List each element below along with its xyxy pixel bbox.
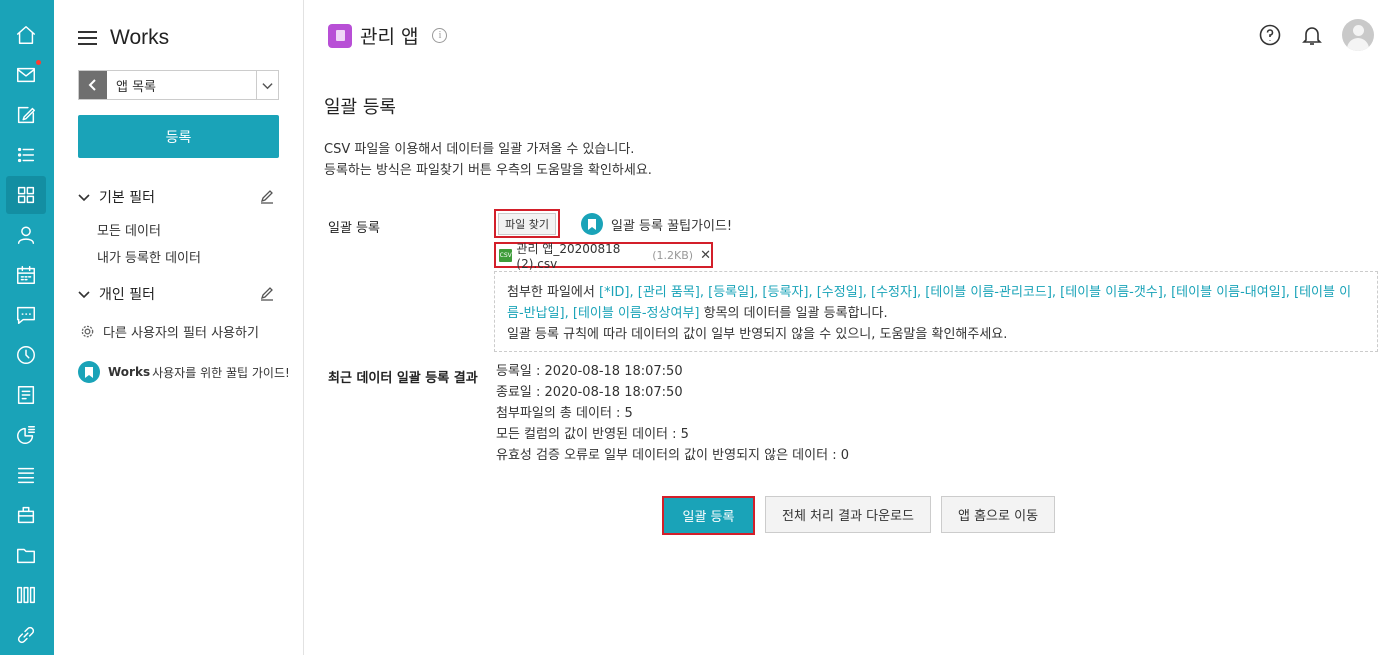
attached-file-name: 관리 앱_20200818 (2).csv xyxy=(516,241,621,271)
app-icon xyxy=(328,23,352,48)
filter-my-data[interactable]: 내가 등록한 데이터 xyxy=(97,247,201,266)
download-results-button[interactable]: 전체 처리 결과 다운로드 xyxy=(765,496,931,533)
brand: Works xyxy=(78,24,169,52)
notice-prefix: 첨부한 파일에서 xyxy=(507,285,599,300)
register-button[interactable]: 등록 xyxy=(78,115,279,158)
calendar-icon[interactable] xyxy=(6,256,46,294)
description-line: CSV 파일을 이용해서 데이터를 일괄 가져올 수 있습니다. xyxy=(324,142,635,157)
works-tip-guide-link[interactable]: Works 사용자를 위한 꿀팁 가이드! xyxy=(78,361,290,383)
file-browse-button[interactable]: 파일 찾기 xyxy=(494,209,560,238)
board-icon[interactable] xyxy=(6,376,46,414)
basic-filter-header[interactable]: 기본 필터 xyxy=(78,187,279,207)
bulk-guide-label: 일괄 등록 꿀팁가이드! xyxy=(611,218,733,234)
result-line: 등록일 : 2020-08-18 18:07:50 xyxy=(496,364,683,379)
chevron-down-icon xyxy=(78,191,90,203)
basic-filter-title: 기본 필터 xyxy=(99,190,155,206)
avatar[interactable] xyxy=(1342,19,1374,51)
chat-icon[interactable] xyxy=(6,296,46,334)
bell-icon[interactable] xyxy=(1300,23,1324,47)
apps-grid-icon[interactable] xyxy=(6,176,46,214)
other-user-filter-link[interactable]: 다른 사용자의 필터 사용하기 xyxy=(80,322,259,341)
back-chevron-icon[interactable] xyxy=(79,71,107,99)
description-line: 등록하는 방식은 파일찾기 버튼 우측의 도움말을 확인하세요. xyxy=(324,163,652,178)
app-name: 관리 앱 xyxy=(360,26,419,48)
description: CSV 파일을 이용해서 데이터를 일괄 가져올 수 있습니다. 등록하는 방식… xyxy=(324,139,652,181)
help-icon[interactable] xyxy=(1258,23,1282,47)
filter-all-data[interactable]: 모든 데이터 xyxy=(97,220,161,239)
home-icon[interactable] xyxy=(6,16,46,54)
bookmark-icon xyxy=(581,213,603,235)
pencil-icon[interactable] xyxy=(259,188,275,204)
file-browse-label: 파일 찾기 xyxy=(498,212,556,235)
app-list-select-label: 앱 목록 xyxy=(116,79,157,95)
tip-guide-bold: Works xyxy=(108,365,151,379)
top-right-icons xyxy=(1240,19,1374,51)
bulk-register-label: 일괄 등록 xyxy=(328,221,380,236)
import-notice: 첨부한 파일에서 [*ID], [관리 품목], [등록일], [등록자], [… xyxy=(494,271,1378,352)
mail-unread-badge xyxy=(36,60,41,65)
other-user-filter-label: 다른 사용자의 필터 사용하기 xyxy=(103,326,259,341)
brand-title: Works xyxy=(110,26,170,49)
chevron-down-icon[interactable] xyxy=(256,71,278,99)
hamburger-menu-icon[interactable] xyxy=(78,30,98,46)
library-icon[interactable] xyxy=(6,576,46,614)
report-icon[interactable] xyxy=(6,416,46,454)
action-bar: 일괄 등록 전체 처리 결과 다운로드 앱 홈으로 이동 xyxy=(662,496,1065,535)
result-line: 종료일 : 2020-08-18 18:07:50 xyxy=(496,385,683,400)
clock-icon[interactable] xyxy=(6,336,46,374)
remove-file-icon[interactable]: ✕ xyxy=(700,248,711,263)
notice-columns: [*ID], [관리 품목], [등록일], [등록자], [수정일], [수정… xyxy=(507,285,1352,321)
section-title: 일괄 등록 xyxy=(324,97,396,118)
list-icon[interactable] xyxy=(6,136,46,174)
sidebar: Works 앱 목록 등록 기본 필터 모든 데이터 내가 등록한 데이터 개인… xyxy=(54,0,304,655)
attached-file: CSV 관리 앱_20200818 (2).csv (1.2KB) ✕ xyxy=(494,241,713,271)
csv-file-icon: CSV xyxy=(499,248,513,262)
recent-result: 등록일 : 2020-08-18 18:07:50 종료일 : 2020-08-… xyxy=(496,361,849,466)
go-app-home-button[interactable]: 앱 홈으로 이동 xyxy=(941,496,1056,533)
main-content: 관리 앱 i 일괄 등록 CSV 파일을 이용해서 데이터를 일괄 가져올 수 … xyxy=(304,0,1400,655)
bulk-register-button[interactable]: 일괄 등록 xyxy=(662,496,755,535)
stack-icon[interactable] xyxy=(6,456,46,494)
app-header: 관리 앱 i xyxy=(328,22,448,49)
tip-guide-text: 사용자를 위한 꿀팁 가이드! xyxy=(152,365,290,380)
edit-icon[interactable] xyxy=(6,96,46,134)
personal-filter-title: 개인 필터 xyxy=(99,287,155,303)
bookmark-icon xyxy=(78,361,100,383)
personal-filter-header[interactable]: 개인 필터 xyxy=(78,284,279,304)
notice-line-2: 일괄 등록 규칙에 따라 데이터의 값이 일부 반영되지 않을 수 있으니, 도… xyxy=(507,327,1008,342)
bulk-guide-link[interactable]: 일괄 등록 꿀팁가이드! xyxy=(581,213,732,235)
notice-line-1: 첨부한 파일에서 [*ID], [관리 품목], [등록일], [등록자], [… xyxy=(507,282,1365,324)
folder-icon[interactable] xyxy=(6,536,46,574)
notice-suffix: 항목의 데이터를 일괄 등록합니다. xyxy=(699,306,888,321)
info-icon[interactable]: i xyxy=(432,28,448,43)
person-icon[interactable] xyxy=(6,216,46,254)
app-list-select[interactable]: 앱 목록 xyxy=(78,70,279,100)
recent-result-label: 최근 데이터 일괄 등록 결과 xyxy=(328,371,478,386)
gear-icon xyxy=(81,325,94,338)
chevron-down-icon xyxy=(78,288,90,300)
briefcase-icon[interactable] xyxy=(6,496,46,534)
link-icon[interactable] xyxy=(6,616,46,654)
pencil-icon[interactable] xyxy=(259,285,275,301)
result-line: 모든 컬럼의 값이 반영된 데이터 : 5 xyxy=(496,427,689,442)
attached-file-size: (1.2KB) xyxy=(652,248,694,262)
app-rail xyxy=(0,0,54,655)
result-line: 유효성 검증 오류로 일부 데이터의 값이 반영되지 않은 데이터 : 0 xyxy=(496,448,849,463)
result-line: 첨부파일의 총 데이터 : 5 xyxy=(496,406,633,421)
